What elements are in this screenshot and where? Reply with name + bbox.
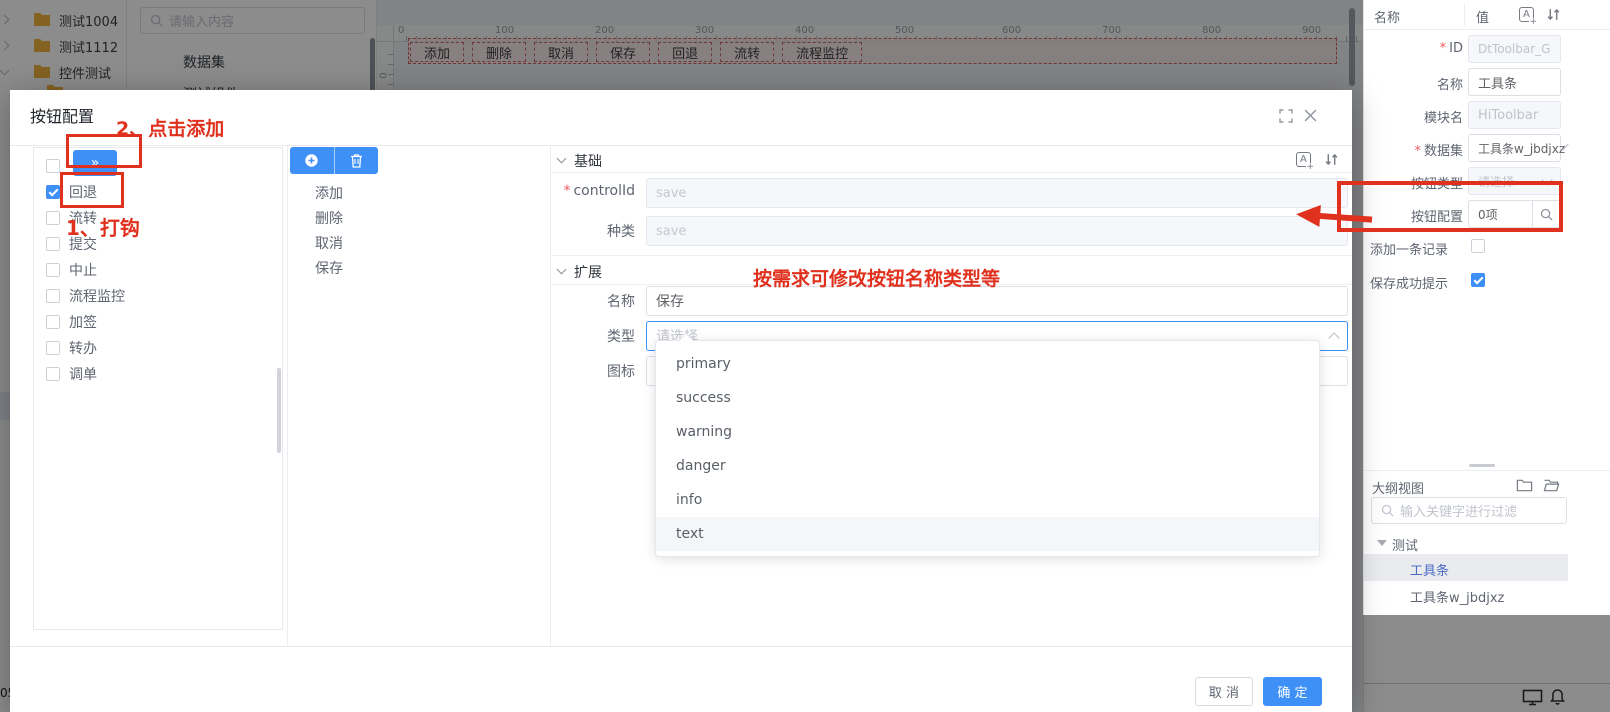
divider — [551, 255, 1352, 256]
dropdown-option[interactable]: success — [656, 381, 1319, 415]
annotation-step1-text: 1、打钩 — [66, 216, 140, 240]
divider — [10, 646, 1352, 647]
confirm-button[interactable]: 确 定 — [1263, 677, 1322, 706]
source-item[interactable]: 调单 — [34, 361, 282, 387]
close-icon[interactable] — [1303, 108, 1318, 123]
controlid-input — [646, 178, 1348, 208]
dropdown-option[interactable]: warning — [656, 415, 1319, 449]
chevron-up-icon — [1328, 332, 1340, 344]
target-item[interactable]: 保存 — [315, 258, 343, 278]
outline-section: 大纲视图 输入关键字进行过滤 测试 工具条 工具条w_jbdjxz — [1364, 470, 1610, 630]
add-record-checkbox[interactable] — [1471, 238, 1485, 253]
delete-selected-button[interactable] — [335, 147, 379, 174]
trash-icon — [350, 154, 362, 168]
maximize-icon[interactable] — [1279, 109, 1293, 123]
kind-input — [646, 216, 1348, 246]
dropdown-option[interactable]: danger — [656, 449, 1319, 483]
target-item[interactable]: 删除 — [315, 208, 343, 228]
save-tip-checkbox[interactable] — [1471, 272, 1485, 287]
sort-icon[interactable] — [1324, 152, 1339, 167]
field-add-icon[interactable] — [1519, 7, 1537, 26]
arrow-tail — [1317, 212, 1373, 223]
annotation-hint-text: 按需求可修改按钮名称类型等 — [753, 268, 1001, 290]
panel-resize-handle[interactable] — [1469, 464, 1495, 467]
outline-filter-box[interactable]: 输入关键字进行过滤 — [1371, 497, 1567, 524]
properties-header: 名称 值 — [1364, 0, 1610, 30]
item-checkbox[interactable] — [46, 236, 60, 251]
modal-overlay — [1363, 615, 1610, 712]
sort-icon[interactable] — [1546, 7, 1561, 22]
item-checkbox[interactable] — [46, 184, 60, 199]
select-all-checkbox[interactable] — [46, 158, 60, 173]
properties-panel: 名称 值 *ID 名称 模块名 *数据集 工具条w_jbdjxz — [1363, 0, 1610, 712]
search-icon — [1381, 504, 1394, 517]
annotation-arrow — [1295, 202, 1375, 233]
dataset-select[interactable]: 工具条w_jbdjxz — [1468, 134, 1569, 162]
outline-node-root[interactable]: 测试 — [1364, 532, 1610, 554]
source-item[interactable]: 中止 — [34, 257, 282, 283]
target-item[interactable]: 取消 — [315, 233, 343, 253]
dropdown-option[interactable]: info — [656, 483, 1319, 517]
scrollbar-thumb[interactable] — [277, 368, 281, 453]
prop-row-module: 模块名 — [1364, 101, 1610, 131]
dropdown-option[interactable]: text — [656, 517, 1319, 551]
item-checkbox[interactable] — [46, 210, 60, 225]
divider — [10, 145, 1352, 146]
expand-arrow-icon[interactable] — [1377, 540, 1387, 546]
item-checkbox[interactable] — [46, 340, 60, 355]
outline-node[interactable]: 工具条w_jbdjxz — [1364, 581, 1610, 606]
field-add-icon[interactable] — [1296, 152, 1314, 171]
divider — [287, 145, 288, 646]
item-checkbox[interactable] — [46, 262, 60, 277]
button-config-dialog: 按钮配置 » 回退 流转 提交 中止 流程监控 加签 转办 调单 添加 删除 取… — [10, 90, 1352, 712]
prop-row-save-tip: 保存成功提示 — [1364, 271, 1610, 293]
prop-row-name: 名称 — [1364, 68, 1610, 98]
add-selected-button[interactable] — [290, 147, 335, 174]
collapse-icon — [556, 153, 567, 164]
item-checkbox[interactable] — [46, 314, 60, 329]
divider — [1464, 4, 1465, 26]
app-root: 测试1004 测试1112 控件测试 05 请输入内容 数据集 测试组件 — [0, 0, 1610, 712]
collapse-all-folder-icon[interactable] — [1516, 478, 1533, 493]
target-toolbar — [290, 147, 378, 174]
outline-node-selected[interactable]: 工具条 — [1364, 554, 1568, 581]
prop-row-id: * ID — [1364, 35, 1610, 65]
name-field[interactable] — [1468, 68, 1561, 96]
id-field — [1468, 35, 1561, 63]
plus-circle-icon — [305, 154, 318, 167]
target-item[interactable]: 添加 — [315, 183, 343, 203]
dropdown-option[interactable]: primary — [656, 347, 1319, 381]
item-checkbox[interactable] — [46, 366, 60, 381]
source-item[interactable]: 流程监控 — [34, 283, 282, 309]
item-checkbox[interactable] — [46, 288, 60, 303]
collapse-icon — [556, 264, 567, 275]
source-item[interactable]: 转办 — [34, 335, 282, 361]
section-header-basic[interactable]: 基础 — [556, 150, 1348, 172]
module-field — [1468, 101, 1561, 129]
source-item[interactable]: 加签 — [34, 309, 282, 335]
annotation-rect-checked-item — [60, 172, 124, 208]
prop-row-add-record: 添加一条记录 — [1364, 237, 1610, 259]
type-dropdown: primary success warning danger info text — [655, 332, 1320, 557]
prop-row-dataset: * 数据集 工具条w_jbdjxz — [1364, 134, 1610, 164]
cancel-button[interactable]: 取 消 — [1195, 677, 1253, 706]
expand-all-folder-icon[interactable] — [1543, 478, 1560, 493]
dialog-title: 按钮配置 — [30, 107, 95, 126]
annotation-rect-transfer — [66, 134, 142, 168]
divider — [551, 172, 1352, 173]
arrow-head-icon — [1295, 203, 1321, 227]
